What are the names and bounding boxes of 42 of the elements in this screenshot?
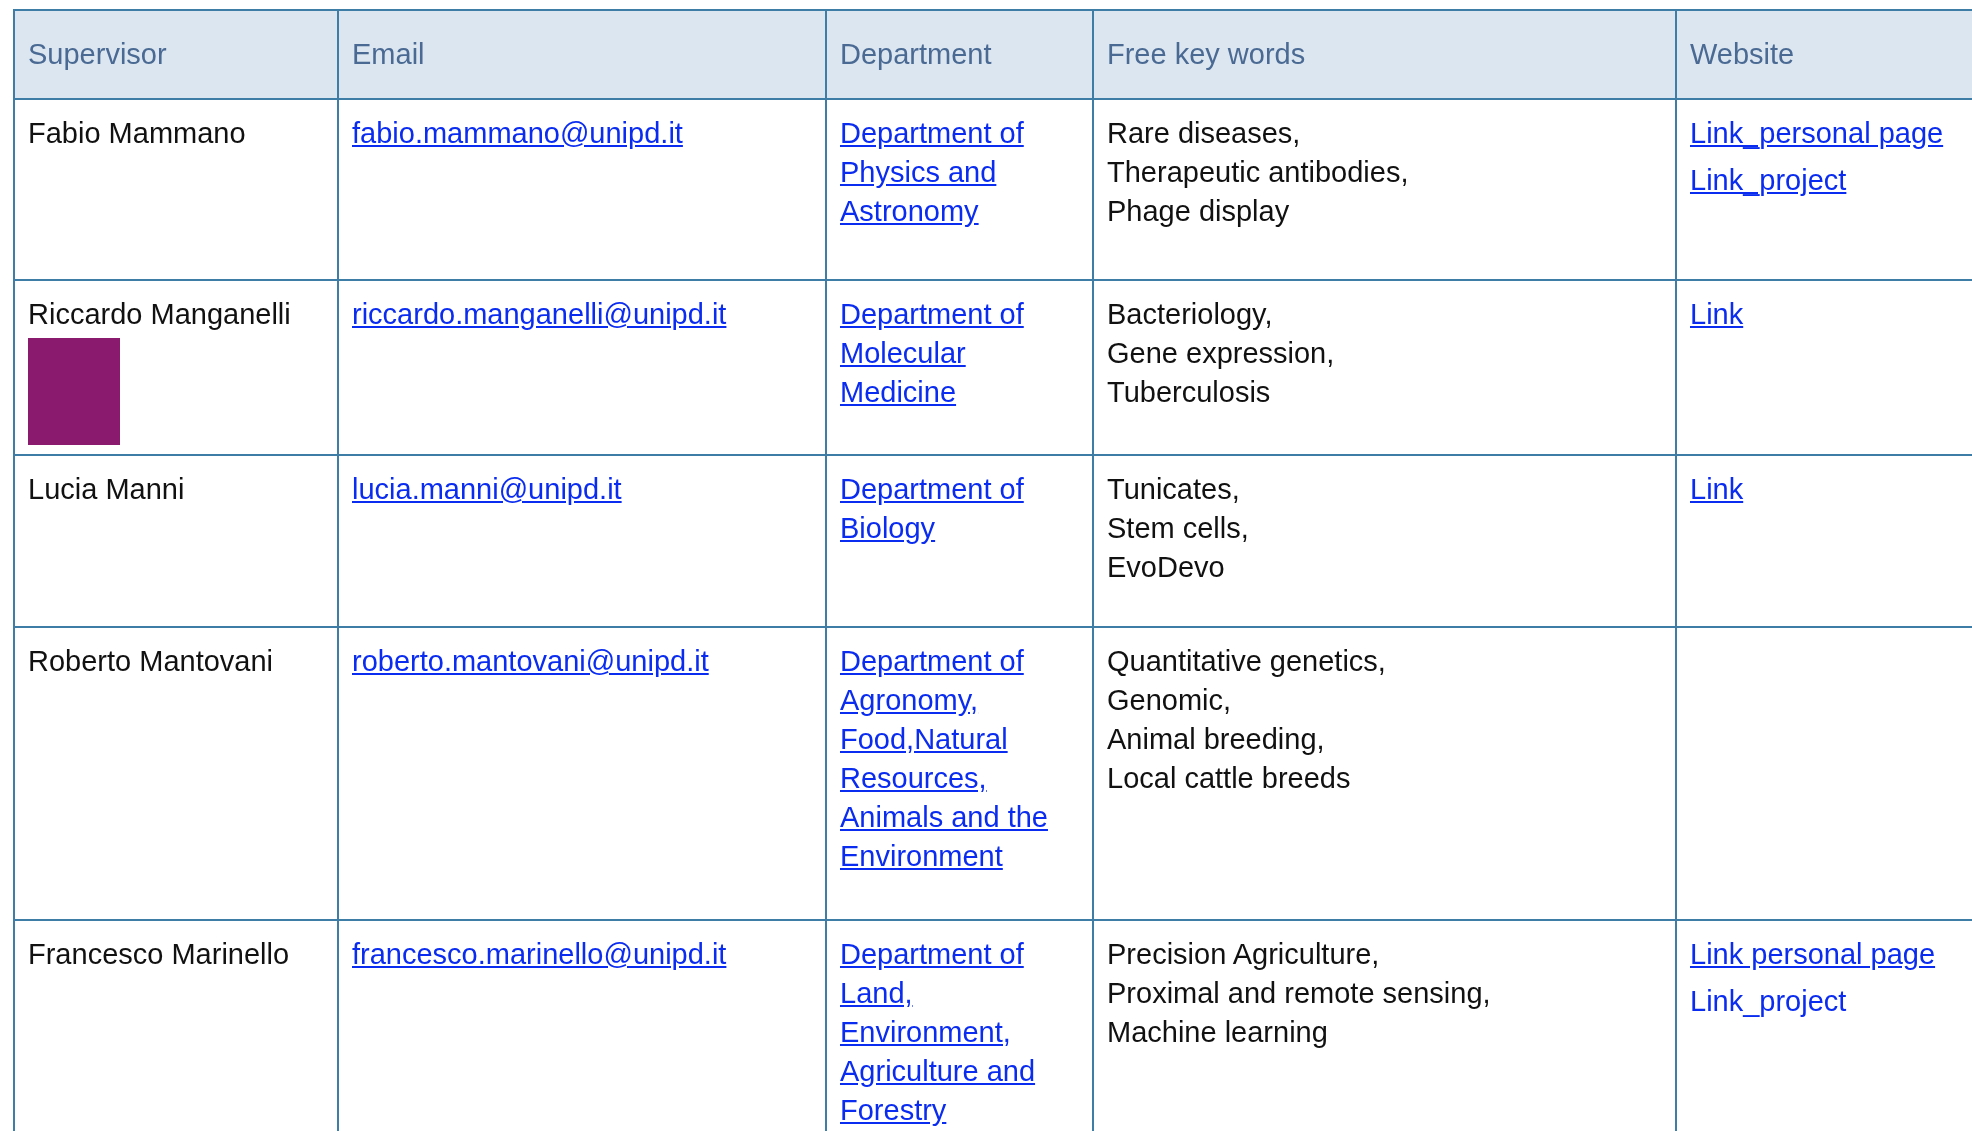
keyword-text: Precision Agriculture, [1107,937,1380,972]
supervisor-name: Roberto Mantovani [28,644,274,679]
supervisor-name: Riccardo Manganelli [28,297,291,332]
keyword-text: Bacteriology, [1107,297,1273,332]
keyword-text: Quantitative genetics, [1107,644,1386,679]
keyword-text: Gene expression, [1107,336,1335,371]
website-link[interactable]: Link personal page [1690,935,1936,974]
keyword-text: Stem cells, [1107,511,1249,546]
website-link[interactable]: Link_project [1690,982,1847,1021]
email-link[interactable]: riccardo.manganelli@unipd.it [352,295,727,334]
supervisor-name: Francesco Marinello [28,937,290,972]
department-link[interactable]: Department of Biology [840,470,1086,548]
column-header: Free key words [1107,37,1306,72]
supervisor-name: Fabio Mammano [28,116,246,151]
website-link[interactable]: Link_personal page [1690,114,1944,153]
keyword-text: Phage display [1107,194,1290,229]
keyword-text: Machine learning [1107,1015,1328,1050]
supervisor-name: Lucia Manni [28,472,185,507]
keyword-text: Genomic, [1107,683,1232,718]
column-header: Department [840,37,992,72]
keyword-text: Rare diseases, [1107,116,1301,151]
department-link[interactable]: Department of Physics and Astronomy [840,114,1086,231]
keyword-text: Animal breeding, [1107,722,1325,757]
department-link[interactable]: Department of Molecular Medicine [840,295,1086,412]
column-header: Website [1690,37,1795,72]
email-link[interactable]: fabio.mammano@unipd.it [352,114,683,153]
keyword-text: Proximal and remote sensing, [1107,976,1491,1011]
email-link[interactable]: francesco.marinello@unipd.it [352,935,727,974]
website-link[interactable]: Link [1690,295,1744,334]
email-link[interactable]: roberto.mantovani@unipd.it [352,642,709,681]
column-header: Email [352,37,425,72]
keyword-text: Tunicates, [1107,472,1240,507]
website-link[interactable]: Link_project [1690,161,1847,200]
keyword-text: Therapeutic antibodies, [1107,155,1409,190]
department-link[interactable]: Department of Land, Environment, Agriculture and Forestry [840,935,1086,1130]
keyword-text: Local cattle breeds [1107,761,1351,796]
website-link[interactable]: Link [1690,470,1744,509]
column-header: Supervisor [28,37,167,72]
keyword-text: Tuberculosis [1107,375,1271,410]
keyword-text: EvoDevo [1107,550,1225,585]
department-link[interactable]: Department of Agronomy, Food,Natural Resources, Animals and the Environment [840,642,1086,876]
email-link[interactable]: lucia.manni@unipd.it [352,470,622,509]
